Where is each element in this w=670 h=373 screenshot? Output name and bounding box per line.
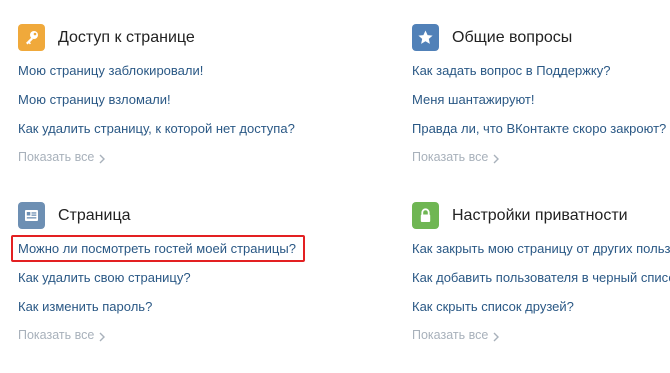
faq-link[interactable]: Мою страницу взломали! [18, 92, 338, 107]
section-privacy: Настройки приватности Как закрыть мою ст… [412, 202, 670, 343]
show-all-link[interactable]: Показать все [18, 150, 338, 165]
chevron-right-icon [99, 332, 106, 341]
section-page: Страница Можно ли посмотреть гостей моей… [18, 202, 338, 343]
show-all-label: Показать все [412, 328, 489, 342]
show-all-label: Показать все [412, 150, 489, 164]
show-all-link[interactable]: Показать все [18, 328, 338, 343]
section-header: Страница [18, 202, 338, 229]
faq-link[interactable]: Как скрыть список друзей? [412, 299, 670, 314]
section-access: Доступ к странице Мою страницу заблокиро… [18, 24, 338, 165]
show-all-label: Показать все [18, 150, 95, 164]
faq-link[interactable]: Мою страницу заблокировали! [18, 63, 338, 78]
faq-link[interactable]: Можно ли посмотреть гостей моей страницы… [18, 241, 338, 256]
section-title: Настройки приватности [452, 207, 628, 224]
section-header: Настройки приватности [412, 202, 670, 229]
faq-link[interactable]: Как удалить страницу, к которой нет дост… [18, 121, 338, 136]
section-general: Общие вопросы Как задать вопрос в Поддер… [412, 24, 670, 165]
faq-link[interactable]: Как удалить свою страницу? [18, 270, 338, 285]
lock-icon [412, 202, 439, 229]
key-icon [18, 24, 45, 51]
section-header: Общие вопросы [412, 24, 670, 51]
section-header: Доступ к странице [18, 24, 338, 51]
show-all-link[interactable]: Показать все [412, 328, 670, 343]
chevron-right-icon [493, 332, 500, 341]
help-categories: Доступ к странице Мою страницу заблокиро… [0, 0, 670, 373]
show-all-link[interactable]: Показать все [412, 150, 670, 165]
section-title: Доступ к странице [58, 29, 195, 46]
faq-link[interactable]: Как задать вопрос в Поддержку? [412, 63, 670, 78]
section-title: Страница [58, 207, 131, 224]
faq-link[interactable]: Как добавить пользователя в черный списо… [412, 270, 670, 285]
faq-link[interactable]: Как закрыть мою страницу от других польз… [412, 241, 670, 256]
star-icon [412, 24, 439, 51]
chevron-right-icon [493, 154, 500, 163]
chevron-right-icon [99, 154, 106, 163]
faq-link[interactable]: Как изменить пароль? [18, 299, 338, 314]
faq-link[interactable]: Правда ли, что ВКонтакте скоро закроют? [412, 121, 670, 136]
faq-link[interactable]: Меня шантажируют! [412, 92, 670, 107]
profile-card-icon [18, 202, 45, 229]
show-all-label: Показать все [18, 328, 95, 342]
section-title: Общие вопросы [452, 29, 573, 46]
